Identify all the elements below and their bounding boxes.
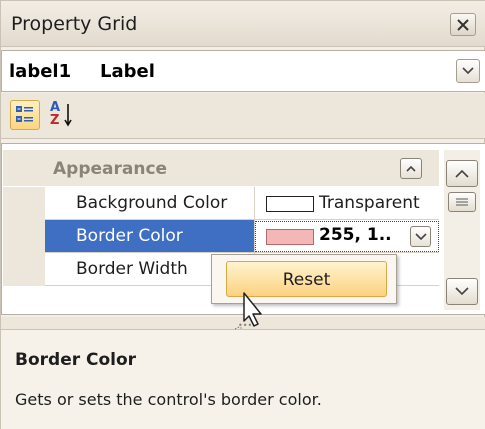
row-gutter (3, 187, 45, 220)
vertical-scrollbar[interactable] (444, 150, 480, 310)
window-title: Property Grid (11, 13, 138, 35)
close-icon (457, 19, 469, 31)
description-panel: Border Color Gets or sets the control's … (1, 329, 485, 429)
alphabetical-sort-button[interactable]: A Z (47, 100, 77, 130)
chevron-up-icon (406, 165, 416, 172)
close-button[interactable] (450, 13, 476, 36)
property-name-cell[interactable]: Border Color (45, 220, 255, 253)
menu-item-label: Reset (282, 270, 331, 290)
object-selector-dropdown-button[interactable] (456, 59, 480, 83)
title-bar: Property Grid (1, 1, 485, 47)
object-selector[interactable]: label1 Label (1, 50, 485, 92)
description-title: Border Color (15, 350, 137, 370)
mouse-pointer-icon (234, 292, 262, 330)
category-label: Appearance (53, 159, 168, 179)
property-name: Border Width (76, 259, 188, 279)
category-row-appearance[interactable]: Appearance (3, 150, 439, 186)
property-value-cell[interactable]: Transparent (255, 187, 439, 220)
property-value-cell[interactable]: 255, 1.. (255, 220, 439, 253)
chevron-up-icon (455, 169, 469, 178)
grip-icon (456, 198, 468, 206)
selected-object-name: label1 (9, 61, 72, 82)
color-value-editor[interactable]: 255, 1.. (255, 221, 439, 252)
row-gutter (3, 253, 45, 286)
chevron-down-icon (455, 287, 469, 296)
color-dropdown-button[interactable] (410, 226, 431, 247)
categorized-view-button[interactable] (10, 100, 40, 130)
selected-object-type: Label (100, 61, 155, 82)
property-name-cell[interactable]: Background Color (45, 187, 255, 220)
color-swatch (266, 196, 314, 212)
sort-arrow-icon (64, 104, 72, 127)
categorized-icon (16, 106, 33, 122)
property-name: Background Color (76, 193, 228, 213)
row-gutter (3, 220, 45, 253)
scroll-up-button[interactable] (446, 160, 478, 187)
property-row-border-color[interactable]: Border Color 255, 1.. (3, 220, 439, 253)
property-value: Transparent (319, 193, 420, 213)
color-swatch (266, 229, 314, 245)
property-name: Border Color (76, 226, 183, 246)
sort-z-glyph: Z (50, 113, 60, 128)
description-text: Gets or sets the control's border color. (15, 390, 322, 409)
property-grid-panel: Property Grid label1 Label A Z Appearanc… (0, 0, 485, 429)
category-collapse-button[interactable] (400, 158, 422, 179)
property-row-background-color[interactable]: Background Color Transparent (3, 187, 439, 220)
chevron-down-icon (462, 67, 474, 75)
chevron-down-icon (415, 233, 427, 241)
property-value: 255, 1.. (319, 225, 392, 245)
toolbar: A Z (1, 93, 485, 139)
scroll-thumb[interactable] (448, 192, 476, 212)
scroll-down-button[interactable] (446, 278, 478, 305)
